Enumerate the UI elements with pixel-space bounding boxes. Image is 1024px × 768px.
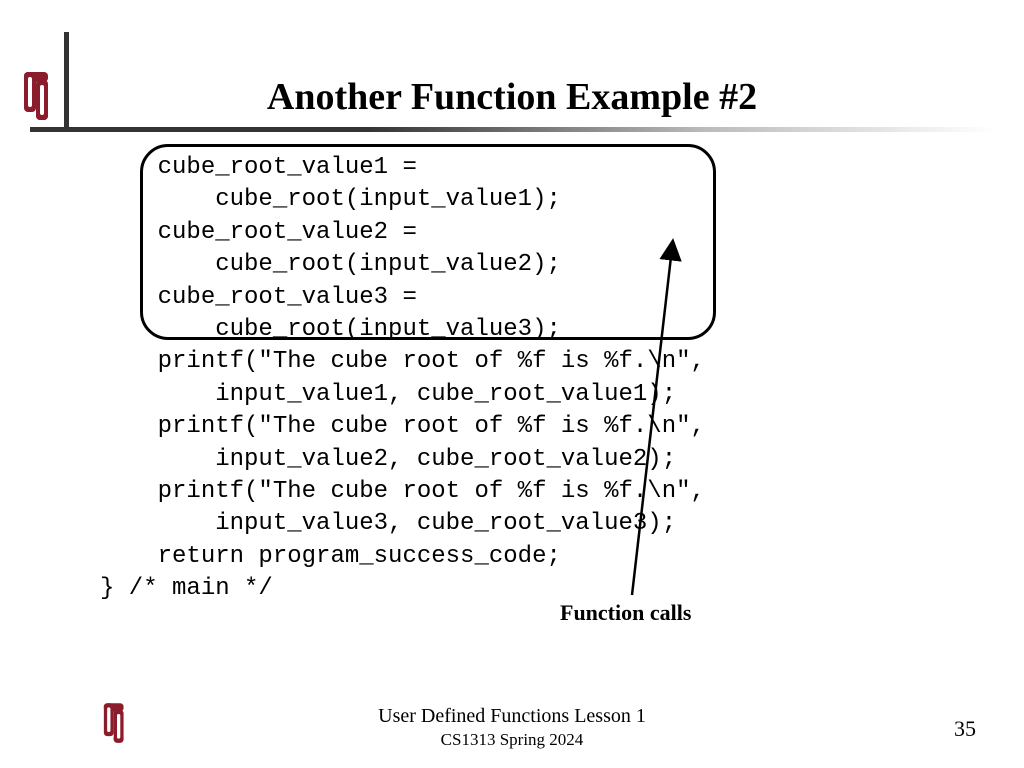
code-line: input_value3, cube_root_value3); (100, 510, 676, 537)
title-horizontal-rule (30, 127, 994, 132)
footer-course: CS1313 Spring 2024 (0, 730, 1024, 750)
annotation-label: Function calls (560, 600, 691, 626)
code-line: return program_success_code; (100, 543, 561, 570)
code-line: input_value1, cube_root_value1); (100, 381, 676, 408)
code-line: printf("The cube root of %f is %f.\n", (100, 413, 705, 440)
slide-title: Another Function Example #2 (0, 75, 1024, 119)
code-line: } /* main */ (100, 575, 273, 602)
code-line: printf("The cube root of %f is %f.\n", (100, 348, 705, 375)
footer-lesson: User Defined Functions Lesson 1 (0, 705, 1024, 728)
code-line: printf("The cube root of %f is %f.\n", (100, 478, 705, 505)
code-line: input_value2, cube_root_value2); (100, 446, 676, 473)
page-number: 35 (954, 716, 976, 742)
highlight-box (140, 144, 716, 340)
